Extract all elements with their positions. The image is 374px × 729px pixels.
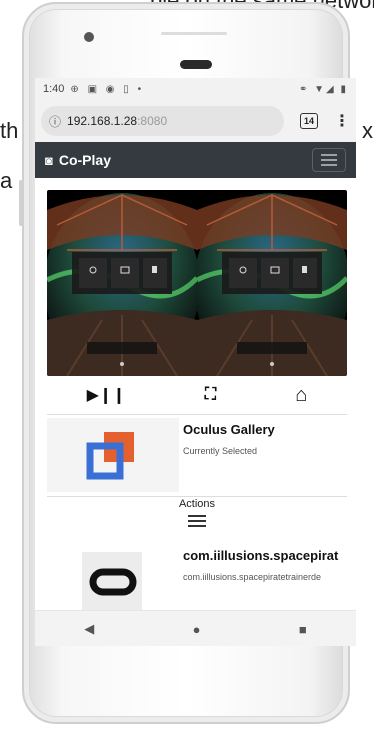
phone-top-groove [161, 32, 227, 35]
home-button-icon[interactable]: ● [193, 622, 201, 637]
recents-icon[interactable]: ■ [299, 622, 307, 637]
hamburger-menu-icon[interactable] [47, 515, 347, 527]
front-camera [84, 32, 94, 42]
back-icon[interactable]: ◀ [84, 621, 94, 637]
status-time: 1:40 [43, 83, 65, 95]
navbar-toggle-button[interactable] [312, 148, 346, 172]
android-nav-bar: ◀ ● ■ [35, 610, 356, 646]
address-bar[interactable]: ⓘ 192.168.1.28:8080 [41, 106, 285, 136]
earpiece-speaker [180, 60, 212, 69]
vr-left-eye [47, 190, 197, 376]
background-text-left-2: a [0, 168, 13, 193]
browser-menu-icon[interactable]: ⋮ [334, 111, 350, 131]
actions-label: Actions [178, 498, 216, 510]
phone-screen: 1:40 ⊕ ▣ ◉ ▯ • ⚭ ▼◢ ▮ ⓘ 192.168.1.28:808… [35, 78, 356, 646]
fullscreen-icon[interactable]: ⛶ [205, 386, 216, 404]
item-title: com.iillusions.spacepirat [183, 548, 339, 563]
app-list-item[interactable]: com.iillusions.spacepirat com.iillusions… [47, 542, 347, 612]
vr-stream-view[interactable] [47, 190, 347, 376]
app-navbar: ◙ Co-Play [35, 142, 356, 178]
play-pause-icon[interactable]: ▶❙❙ [87, 385, 126, 405]
home-icon[interactable]: ⌂ [295, 384, 307, 407]
background-text-right: x [362, 118, 373, 143]
item-subtitle: com.iillusions.spacepiratetrainerde [183, 572, 322, 582]
app-brand[interactable]: Co-Play [59, 152, 111, 168]
tab-switcher-button[interactable]: 14 [300, 113, 318, 129]
main-content: ▶❙❙ ⛶ ⌂ Oculus Gallery Currently Selecte… [35, 178, 356, 610]
phone-side-button [19, 180, 24, 226]
status-bar: 1:40 ⊕ ▣ ◉ ▯ • ⚭ ▼◢ ▮ [35, 78, 356, 100]
item-title: Oculus Gallery [183, 422, 275, 437]
app-list-item[interactable]: Oculus Gallery Currently Selected [47, 416, 347, 497]
oculus-gallery-icon [47, 418, 179, 492]
url-port: :8080 [137, 114, 168, 128]
item-subtitle: Currently Selected [183, 446, 258, 456]
browser-toolbar: ⓘ 192.168.1.28:8080 14 ⋮ [35, 100, 356, 142]
background-text-left-1: th [0, 118, 19, 143]
playback-controls: ▶❙❙ ⛶ ⌂ [47, 376, 347, 415]
vr-right-eye [197, 190, 347, 376]
system-status-icons: ⚭ ▼◢ ▮ [298, 83, 348, 95]
info-icon[interactable]: ⓘ [49, 113, 61, 130]
camera-icon: ◙ [45, 152, 53, 168]
url-host: 192.168.1.28 [67, 114, 138, 128]
actions-section[interactable]: Actions [47, 498, 347, 538]
oculus-app-icon [47, 544, 179, 610]
notification-icons: ⊕ ▣ ◉ ▯ • [70, 83, 145, 95]
